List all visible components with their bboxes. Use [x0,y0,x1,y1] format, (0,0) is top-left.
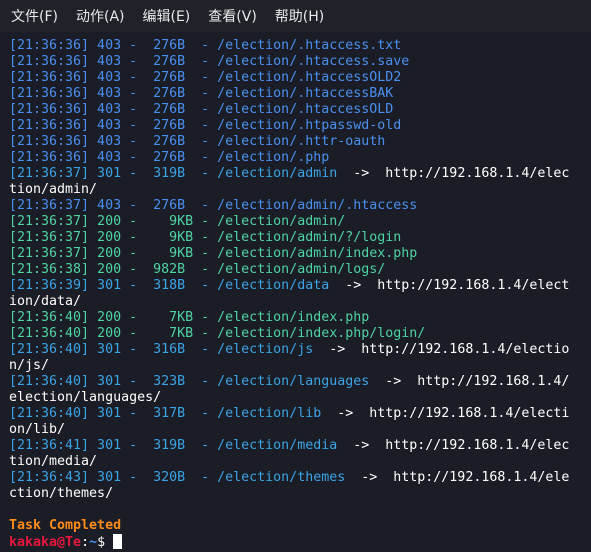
redirect-target: -> http://192.168.1.4/elec [337,438,570,453]
log-entry: [21:36:43] 301 - 320B - /election/themes [9,470,346,485]
log-entry: [21:36:37] 200 - 9KB - /election/admin/i… [9,246,418,261]
log-line: [21:36:36] 403 - 276B - /election/.htacc… [9,102,591,118]
log-line: [21:36:36] 403 - 276B - /election/.httr-… [9,134,591,150]
log-line: [21:36:37] 200 - 9KB - /election/admin/i… [9,246,591,262]
log-line-wrap: tion/media/ [9,454,591,470]
log-line-wrap: on/lib/ [9,422,591,438]
log-line: [21:36:40] 301 - 317B - /election/lib ->… [9,406,591,422]
log-line-wrap: tion/admin/ [9,182,591,198]
log-line: [21:36:38] 200 - 982B - /election/admin/… [9,262,591,278]
log-entry: [21:36:36] 403 - 276B - /election/.htacc… [9,38,402,53]
log-entry: [21:36:40] 301 - 317B - /election/lib [9,406,322,421]
log-entry: [21:36:40] 200 - 7KB - /election/index.p… [9,310,370,325]
redirect-target: -> http://192.168.1.4/ele [345,470,570,485]
log-line: [21:36:40] 200 - 7KB - /election/index.p… [9,326,591,342]
shell-prompt: kakaka@Te:~$ [9,534,591,550]
log-line: [21:36:40] 301 - 316B - /election/js -> … [9,342,591,358]
log-line: [21:36:36] 403 - 276B - /election/.htacc… [9,38,591,54]
log-entry: [21:36:40] 301 - 323B - /election/langua… [9,374,370,389]
prompt-symbol: $ [97,535,114,550]
prompt-path: ~ [89,535,98,550]
redirect-target: -> http://192.168.1.4/ [369,374,570,389]
redirect-target: -> http://192.168.1.4/electi [321,406,570,421]
menu-edit[interactable]: 编辑(E) [143,6,191,26]
prompt-separator: : [81,535,90,550]
log-line-wrap: ion/data/ [9,294,591,310]
log-entry: [21:36:39] 301 - 318B - /election/data [9,278,330,293]
log-entry: [21:36:41] 301 - 319B - /election/media [9,438,338,453]
log-entry: [21:36:36] 403 - 276B - /election/.httr-… [9,134,386,149]
menu-help[interactable]: 帮助(H) [275,6,324,26]
log-line: [21:36:36] 403 - 276B - /election/.htacc… [9,54,591,70]
menu-file[interactable]: 文件(F) [11,6,58,26]
log-entry: [21:36:40] 200 - 7KB - /election/index.p… [9,326,426,341]
redirect-target-wrap: tion/media/ [9,454,98,469]
redirect-target: -> http://192.168.1.4/elec [337,166,570,181]
redirect-target-wrap: tion/admin/ [9,182,98,197]
redirect-target: -> http://192.168.1.4/elect [329,278,570,293]
text-cursor [113,534,123,549]
redirect-target-wrap: ion/data/ [9,294,82,309]
log-line: [21:36:36] 403 - 276B - /election/.htacc… [9,70,591,86]
log-entry: [21:36:40] 301 - 316B - /election/js [9,342,314,357]
menu-action[interactable]: 动作(A) [76,6,125,26]
log-entry: [21:36:36] 403 - 276B - /election/.htacc… [9,102,394,117]
prompt-user-host: kakaka@Te [9,535,82,550]
log-entry: [21:36:38] 200 - 982B - /election/admin/… [9,262,386,277]
log-line: [21:36:43] 301 - 320B - /election/themes… [9,470,591,486]
log-line-wrap: n/js/ [9,358,591,374]
menu-bar: 文件(F) 动作(A) 编辑(E) 查看(V) 帮助(H) [0,0,591,32]
task-completed-text: Task Completed [9,518,122,533]
log-entry: [21:36:37] 200 - 9KB - /election/admin/?… [9,230,402,245]
log-line-wrap: election/languages/ [9,390,591,406]
log-line: [21:36:37] 403 - 276B - /election/admin/… [9,198,591,214]
log-line: [21:36:37] 301 - 319B - /election/admin … [9,166,591,182]
log-entry: [21:36:37] 403 - 276B - /election/admin/… [9,198,418,213]
log-entry: [21:36:37] 301 - 319B - /election/admin [9,166,338,181]
redirect-target-wrap: ction/themes/ [9,486,114,501]
log-line: [21:36:41] 301 - 319B - /election/media … [9,438,591,454]
log-line: [21:36:36] 403 - 276B - /election/.php [9,150,591,166]
terminal-window: 文件(F) 动作(A) 编辑(E) 查看(V) 帮助(H) [21:36:36]… [0,0,591,552]
redirect-target-wrap: on/lib/ [9,422,66,437]
menu-view[interactable]: 查看(V) [208,6,257,26]
log-entry: [21:36:36] 403 - 276B - /election/.htacc… [9,54,410,69]
scrollbar[interactable] [587,32,591,552]
log-line: [21:36:40] 200 - 7KB - /election/index.p… [9,310,591,326]
log-entry: [21:36:36] 403 - 276B - /election/.htpas… [9,118,402,133]
log-line: [21:36:36] 403 - 276B - /election/.htacc… [9,86,591,102]
redirect-target: -> http://192.168.1.4/electio [313,342,570,357]
log-line: [21:36:37] 200 - 9KB - /election/admin/?… [9,230,591,246]
terminal-output[interactable]: [21:36:36] 403 - 276B - /election/.htacc… [9,38,591,550]
log-line: [21:36:36] 403 - 276B - /election/.htpas… [9,118,591,134]
redirect-target-wrap: election/languages/ [9,390,162,405]
log-entry: [21:36:36] 403 - 276B - /election/.php [9,150,330,165]
redirect-target-wrap: n/js/ [9,358,50,373]
log-entry: [21:36:37] 200 - 9KB - /election/admin/ [9,214,346,229]
log-line: [21:36:40] 301 - 323B - /election/langua… [9,374,591,390]
task-completed-line: Task Completed [9,518,591,534]
log-entry: [21:36:36] 403 - 276B - /election/.htacc… [9,70,402,85]
log-line: [21:36:39] 301 - 318B - /election/data -… [9,278,591,294]
log-line-wrap: ction/themes/ [9,486,591,502]
log-entry: [21:36:36] 403 - 276B - /election/.htacc… [9,86,394,101]
log-line: [21:36:37] 200 - 9KB - /election/admin/ [9,214,591,230]
